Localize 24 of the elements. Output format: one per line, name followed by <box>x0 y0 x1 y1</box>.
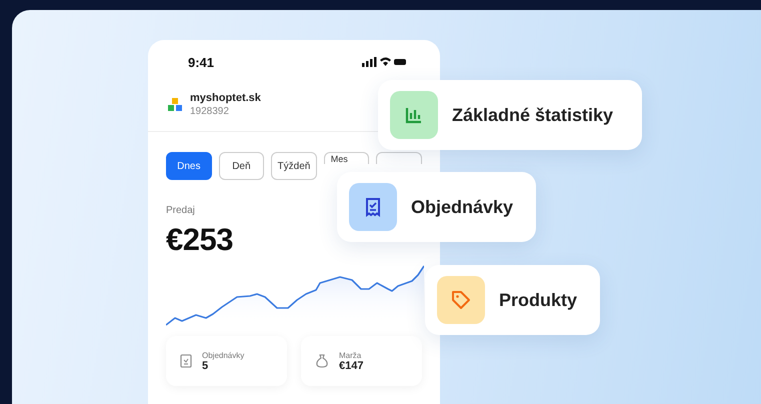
stat-label: Marža <box>339 350 362 360</box>
receipt-icon <box>180 354 192 368</box>
shop-name: myshoptet.sk <box>190 92 261 104</box>
sales-label: Predaj <box>166 205 195 216</box>
period-tab[interactable]: Deň <box>218 152 264 180</box>
feature-label: Základné štatistiky <box>452 104 614 126</box>
period-tab[interactable]: Týždeň <box>271 152 317 180</box>
sales-value: €253 <box>166 222 233 258</box>
bar-chart-icon <box>390 91 438 139</box>
status-icons <box>362 56 406 68</box>
status-time: 9:41 <box>188 54 214 70</box>
stat-label: Objednávky <box>202 350 244 360</box>
feature-label: Produkty <box>499 290 578 310</box>
money-bag-icon <box>315 354 329 368</box>
tag-icon <box>437 276 485 324</box>
shop-logo-icon <box>168 98 182 112</box>
receipt-icon <box>349 183 397 231</box>
period-tab[interactable]: Mes <box>324 152 370 164</box>
period-tab[interactable] <box>376 152 422 164</box>
feature-label: Objednávky <box>411 196 514 218</box>
period-tab[interactable]: Dnes <box>166 152 212 180</box>
stat-value: 5 <box>202 360 208 372</box>
stat-value: €147 <box>339 360 364 372</box>
shop-id: 1928392 <box>190 106 230 117</box>
